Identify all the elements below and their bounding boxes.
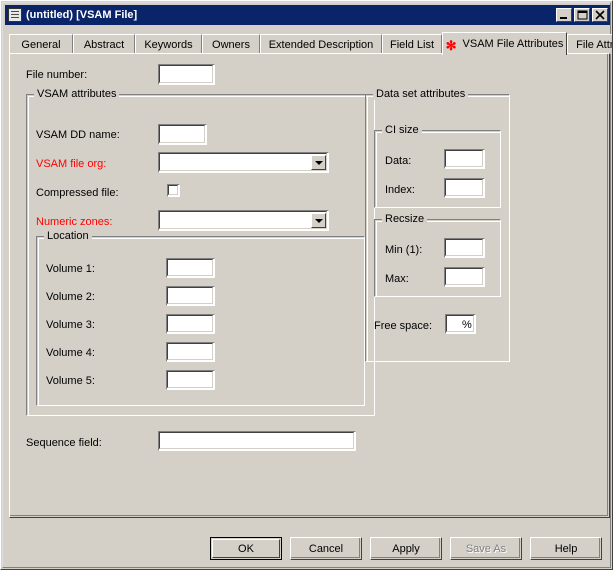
tab-label: Extended Description: [269, 39, 374, 51]
numeric-zones-label: Numeric zones:: [36, 216, 112, 229]
ok-button[interactable]: OK: [210, 537, 282, 560]
ci-size-data-label: Data:: [385, 155, 411, 168]
document-icon: [8, 8, 22, 22]
vsam-attributes-title: VSAM attributes: [34, 88, 119, 100]
tab-abstract[interactable]: Abstract: [73, 34, 135, 54]
ok-button-label: OK: [238, 543, 254, 555]
maximize-button[interactable]: [574, 8, 590, 22]
tab-label: VSAM File Attributes: [463, 38, 564, 50]
cancel-button-label: Cancel: [309, 543, 343, 555]
chevron-down-icon[interactable]: [311, 155, 326, 170]
tab-file-attributes[interactable]: File Attributes: [567, 34, 613, 54]
volume-3-input[interactable]: [166, 314, 215, 334]
location-title: Location: [44, 230, 92, 242]
sequence-field-input[interactable]: [158, 431, 356, 451]
help-button[interactable]: Help: [530, 537, 602, 560]
panel-inner: File number: VSAM attributes VSAM DD nam…: [10, 54, 608, 516]
tab-label: File Attributes: [576, 39, 613, 51]
save-as-button-label: Save As: [466, 543, 506, 555]
tab-label: General: [21, 39, 60, 51]
tab-vsam-file-attributes[interactable]: ✻ VSAM File Attributes: [442, 32, 567, 55]
data-set-attributes-title: Data set attributes: [373, 88, 468, 100]
vsam-file-attributes-panel: File number: VSAM attributes VSAM DD nam…: [9, 53, 610, 518]
vsam-dd-name-label: VSAM DD name:: [36, 129, 120, 142]
volume-4-label: Volume 4:: [46, 347, 95, 360]
window-title: (untitled) [VSAM File]: [26, 9, 556, 21]
help-button-label: Help: [555, 543, 578, 555]
tab-label: Keywords: [144, 39, 192, 51]
volume-5-label: Volume 5:: [46, 375, 95, 388]
tab-field-list[interactable]: Field List: [382, 34, 442, 54]
tab-label: Field List: [390, 39, 434, 51]
vsam-file-org-combobox[interactable]: [158, 152, 329, 173]
tab-keywords[interactable]: Keywords: [135, 34, 202, 54]
recsize-max-input[interactable]: [444, 267, 485, 287]
volume-2-label: Volume 2:: [46, 291, 95, 304]
sequence-field-label: Sequence field:: [26, 437, 102, 450]
title-bar[interactable]: (untitled) [VSAM File]: [5, 5, 610, 25]
window-client-area: (untitled) [VSAM File]: [2, 2, 611, 568]
apply-button-label: Apply: [392, 543, 420, 555]
free-space-label: Free space:: [374, 320, 432, 333]
compressed-file-checkbox[interactable]: [167, 184, 180, 197]
compressed-file-label: Compressed file:: [36, 187, 119, 200]
recsize-max-label: Max:: [385, 273, 409, 286]
apply-button[interactable]: Apply: [370, 537, 442, 560]
close-button[interactable]: [592, 8, 608, 22]
volume-5-input[interactable]: [166, 370, 215, 390]
tab-owners[interactable]: Owners: [202, 34, 260, 54]
ci-size-data-input[interactable]: [444, 149, 485, 169]
required-asterisk-icon: ✻: [446, 39, 457, 52]
vsam-file-dialog: (untitled) [VSAM File]: [0, 0, 613, 570]
volume-1-input[interactable]: [166, 258, 215, 278]
ci-size-index-label: Index:: [385, 184, 415, 197]
ci-size-title: CI size: [382, 124, 422, 136]
dialog-button-row: OK Cancel Apply Save As Help: [3, 537, 613, 567]
window-controls: [556, 8, 608, 22]
volume-3-label: Volume 3:: [46, 319, 95, 332]
cancel-button[interactable]: Cancel: [290, 537, 362, 560]
volume-4-input[interactable]: [166, 342, 215, 362]
volume-2-input[interactable]: [166, 286, 215, 306]
recsize-min-input[interactable]: [444, 238, 485, 258]
recsize-min-label: Min (1):: [385, 244, 422, 257]
tab-label: Owners: [212, 39, 250, 51]
file-number-label: File number:: [26, 69, 87, 82]
vsam-file-org-label: VSAM file org:: [36, 158, 106, 171]
vsam-dd-name-input[interactable]: [158, 124, 207, 145]
minimize-button[interactable]: [556, 8, 572, 22]
ci-size-index-input[interactable]: [444, 178, 485, 198]
numeric-zones-combobox[interactable]: [158, 210, 329, 231]
tab-extended-description[interactable]: Extended Description: [260, 34, 382, 54]
chevron-down-icon[interactable]: [311, 213, 326, 228]
tab-strip: General Abstract Keywords Owners Extende…: [9, 32, 610, 54]
tab-general[interactable]: General: [9, 34, 73, 54]
volume-1-label: Volume 1:: [46, 263, 95, 276]
save-as-button[interactable]: Save As: [450, 537, 522, 560]
recsize-title: Recsize: [382, 213, 427, 225]
file-number-input[interactable]: [158, 64, 215, 85]
percent-unit-label: %: [462, 319, 472, 332]
tab-label: Abstract: [84, 39, 124, 51]
